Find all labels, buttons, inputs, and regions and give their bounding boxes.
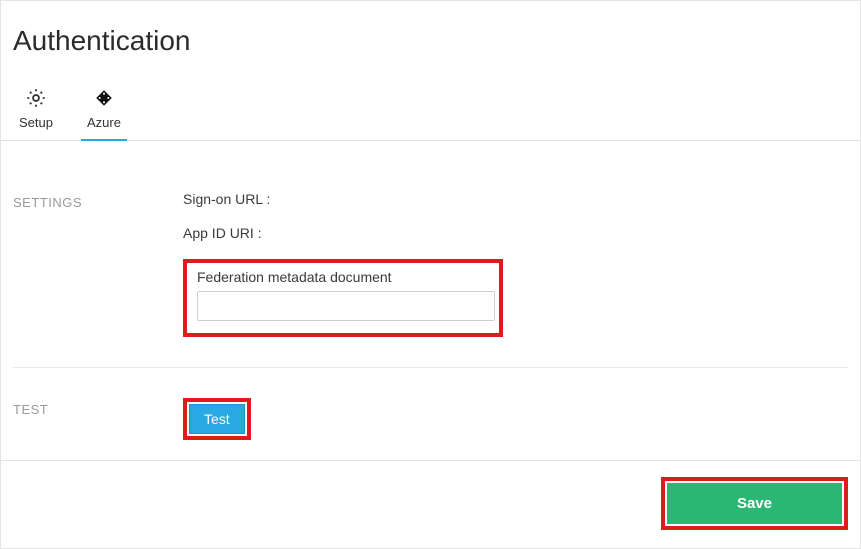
test-button[interactable]: Test [189,404,245,434]
test-highlight: Test [183,398,251,440]
save-highlight: Save [661,477,848,530]
test-section-label: TEST [13,398,183,417]
federation-highlight: Federation metadata document [183,259,503,337]
tab-azure[interactable]: Azure [81,75,127,140]
auth-tabs: Setup Azure [1,75,860,141]
footer-bar: Save [1,460,860,548]
sign-on-url-label: Sign-on URL : [183,191,848,207]
tab-setup-label: Setup [19,115,53,130]
federation-input[interactable] [197,291,495,321]
federation-label: Federation metadata document [197,269,489,285]
page-title: Authentication [13,25,848,57]
app-id-uri-label: App ID URI : [183,225,848,241]
tab-azure-label: Azure [87,115,121,130]
tab-setup[interactable]: Setup [13,75,59,140]
diamond-icon [93,87,115,109]
settings-section-label: SETTINGS [13,191,183,210]
save-button[interactable]: Save [667,483,842,524]
gear-icon [25,87,47,109]
